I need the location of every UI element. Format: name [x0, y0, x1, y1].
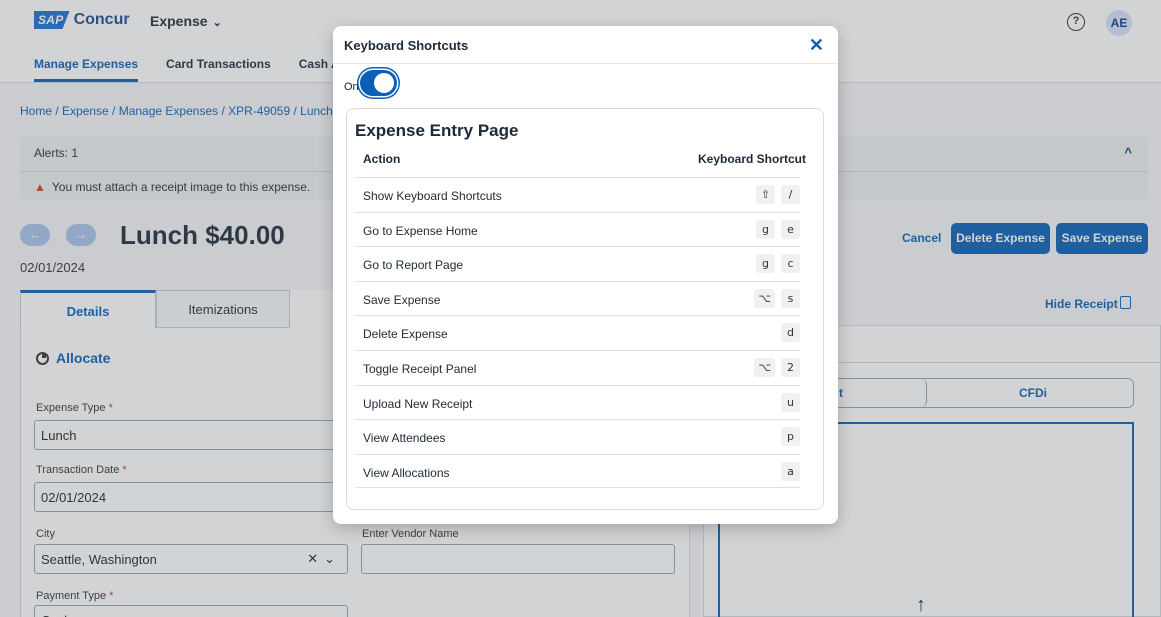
shortcut-keys: p — [781, 427, 800, 447]
table-row: View Attendees p — [355, 419, 800, 454]
shortcut-keys: ⌥ s — [754, 288, 800, 308]
column-header-action: Action — [363, 152, 401, 166]
shortcut-action: View Attendees — [363, 431, 446, 446]
table-row: Upload New Receipt u — [355, 384, 800, 420]
shortcut-action: View Allocations — [363, 465, 450, 480]
shortcut-keys: a — [781, 461, 800, 481]
keyboard-shortcuts-dialog: Keyboard Shortcuts ✕ On Expense Entry Pa… — [333, 26, 838, 524]
shortcut-action: Toggle Receipt Panel — [363, 361, 477, 376]
shortcut-keys: ⌥ 2 — [754, 357, 800, 377]
table-row: View Allocations a — [355, 453, 800, 489]
key-cap: a — [781, 461, 800, 481]
key-cap: s — [781, 288, 800, 308]
key-cap: / — [781, 185, 800, 204]
key-cap: ⌥ — [754, 357, 775, 377]
key-cap: ⇧ — [756, 185, 775, 204]
table-row: Toggle Receipt Panel ⌥ 2 — [355, 349, 800, 385]
key-cap: g — [756, 219, 775, 239]
toggle-knob — [374, 73, 394, 93]
key-cap: 2 — [781, 357, 800, 377]
shortcut-keys: u — [781, 392, 800, 412]
table-row: Show Keyboard Shortcuts ⇧ / — [355, 177, 800, 212]
dialog-header-divider — [333, 63, 838, 64]
key-cap: d — [781, 323, 800, 343]
key-cap: g — [756, 254, 775, 274]
column-header-shortcut: Keyboard Shortcut — [697, 152, 806, 166]
key-cap: u — [781, 392, 800, 412]
shortcut-action: Go to Expense Home — [363, 223, 478, 238]
key-cap: c — [781, 254, 800, 274]
shortcut-keys: ⇧ / — [756, 185, 800, 204]
key-cap: ⌥ — [754, 288, 775, 308]
shortcut-action: Delete Expense — [363, 327, 448, 342]
shortcut-keys: ge — [756, 219, 800, 239]
toggle-label: On — [344, 81, 359, 93]
shortcut-keys: d — [781, 323, 800, 343]
close-icon[interactable]: ✕ — [809, 35, 824, 55]
shortcuts-table: Show Keyboard Shortcuts ⇧ / Go to Expense H… — [355, 177, 800, 489]
shortcuts-card: Expense Entry Page Action Keyboard Short… — [346, 108, 824, 510]
shortcut-action: Save Expense — [363, 292, 441, 307]
dialog-title: Keyboard Shortcuts — [344, 38, 469, 53]
key-cap: e — [781, 219, 800, 239]
shortcut-action: Show Keyboard Shortcuts — [363, 189, 502, 203]
table-row: Go to Report Page g c — [355, 246, 800, 281]
table-row: Go to Expense Home g e — [355, 211, 800, 247]
shortcut-action: Go to Report Page — [363, 258, 464, 273]
shortcut-action: Upload New Receipt — [363, 396, 473, 411]
shortcuts-toggle[interactable] — [360, 70, 397, 96]
section-title: Expense Entry Page — [355, 121, 519, 140]
shortcut-keys: gc — [756, 254, 800, 274]
table-row: Delete Expense d — [355, 315, 800, 350]
key-cap: p — [781, 427, 800, 447]
table-row: Save Expense ⌥ s — [355, 280, 800, 316]
